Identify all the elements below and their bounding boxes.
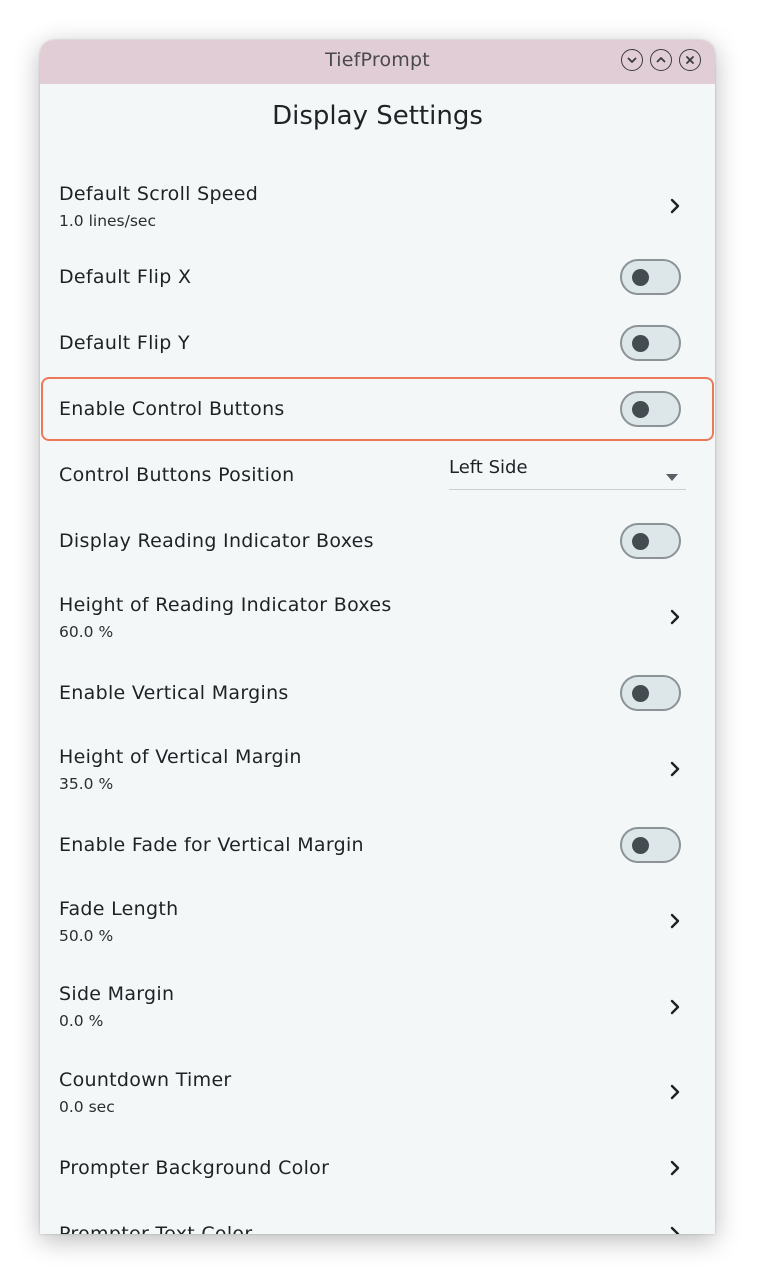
setting-row-control-buttons-position[interactable]: Control Buttons Position Left Side — [40, 442, 715, 508]
window-controls — [621, 49, 701, 71]
toggle-knob — [632, 401, 649, 418]
setting-label: Enable Vertical Margins — [59, 682, 289, 704]
toggle-switch[interactable] — [620, 675, 681, 711]
page-title: Display Settings — [272, 101, 483, 131]
setting-row-enable-fade-for-vertical-margin[interactable]: Enable Fade for Vertical Margin — [40, 812, 715, 878]
setting-row-display-reading-indicator-boxes[interactable]: Display Reading Indicator Boxes — [40, 508, 715, 574]
chevron-right-icon — [669, 912, 681, 930]
chevron-right-icon — [669, 1225, 681, 1234]
setting-label: Prompter Background Color — [59, 1157, 330, 1179]
maximize-button[interactable] — [650, 49, 672, 71]
setting-row-enable-control-buttons[interactable]: Enable Control Buttons — [40, 376, 715, 442]
toggle-knob — [632, 269, 649, 286]
setting-label: Display Reading Indicator Boxes — [59, 530, 374, 552]
setting-row-fade-length[interactable]: Fade Length 50.0 % — [40, 878, 715, 964]
setting-row-height-of-reading-indicator-boxes[interactable]: Height of Reading Indicator Boxes 60.0 % — [40, 574, 715, 660]
chevron-right-icon — [669, 760, 681, 778]
settings-list: Default Scroll Speed 1.0 lines/sec Default… — [40, 168, 715, 1234]
toggle-knob — [632, 533, 649, 550]
setting-label: Enable Fade for Vertical Margin — [59, 834, 364, 856]
chevron-right-icon — [669, 1083, 681, 1101]
toggle-knob — [632, 685, 649, 702]
title-bar[interactable]: TiefPrompt — [40, 40, 715, 84]
maximize-icon — [656, 57, 666, 63]
chevron-right-icon — [669, 608, 681, 626]
chevron-right-icon — [669, 1159, 681, 1177]
position-dropdown[interactable]: Left Side — [449, 452, 686, 490]
setting-label: Height of Vertical Margin — [59, 745, 302, 768]
setting-value: 35.0 % — [59, 774, 114, 793]
setting-row-prompter-background-color[interactable]: Prompter Background Color — [40, 1135, 715, 1201]
setting-row-default-flip-x[interactable]: Default Flip X — [40, 244, 715, 310]
setting-value: 60.0 % — [59, 622, 114, 641]
toggle-knob — [632, 335, 649, 352]
setting-row-prompter-text-color[interactable]: Prompter Text Color — [40, 1201, 715, 1234]
toggle-switch[interactable] — [620, 827, 681, 863]
setting-label: Control Buttons Position — [59, 464, 295, 486]
minimize-icon — [627, 57, 637, 63]
toggle-switch[interactable] — [620, 259, 681, 295]
setting-row-countdown-timer[interactable]: Countdown Timer 0.0 sec — [40, 1049, 715, 1135]
setting-row-default-scroll-speed[interactable]: Default Scroll Speed 1.0 lines/sec — [40, 168, 715, 244]
dropdown-value: Left Side — [449, 457, 528, 478]
setting-label: Side Margin — [59, 983, 175, 1005]
setting-row-enable-vertical-margins[interactable]: Enable Vertical Margins — [40, 660, 715, 726]
setting-label: Default Flip X — [59, 266, 192, 288]
dropdown-arrow-icon — [666, 466, 678, 481]
setting-label: Height of Reading Indicator Boxes — [59, 593, 392, 616]
minimize-button[interactable] — [621, 49, 643, 71]
toggle-switch[interactable] — [620, 391, 681, 427]
window-title: TiefPrompt — [325, 49, 430, 71]
toggle-switch[interactable] — [620, 325, 681, 361]
setting-label: Enable Control Buttons — [59, 398, 285, 420]
setting-row-height-of-vertical-margin[interactable]: Height of Vertical Margin 35.0 % — [40, 726, 715, 812]
setting-label: Prompter Text Color — [59, 1223, 253, 1234]
setting-value: 50.0 % — [59, 926, 114, 945]
setting-row-default-flip-y[interactable]: Default Flip Y — [40, 310, 715, 376]
toggle-switch[interactable] — [620, 523, 681, 559]
close-icon — [686, 56, 694, 64]
setting-label: Default Scroll Speed — [59, 182, 259, 205]
setting-row-side-margin[interactable]: Side Margin 0.0 % — [40, 964, 715, 1049]
setting-value: 1.0 lines/sec — [59, 211, 156, 230]
chevron-right-icon — [669, 998, 681, 1016]
chevron-right-icon — [669, 197, 681, 215]
setting-label: Default Flip Y — [59, 332, 190, 354]
setting-value: 0.0 % — [59, 1012, 104, 1030]
setting-label: Fade Length — [59, 897, 179, 920]
app-window: TiefPrompt Display Settings Default Scro… — [40, 40, 715, 1234]
setting-label: Countdown Timer — [59, 1068, 232, 1091]
close-button[interactable] — [679, 49, 701, 71]
toggle-knob — [632, 837, 649, 854]
setting-value: 0.0 sec — [59, 1097, 115, 1116]
